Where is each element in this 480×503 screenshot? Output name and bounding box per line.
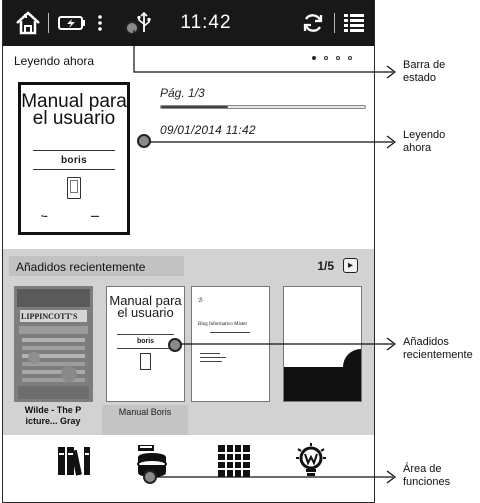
callout-functions: Área de funciones — [403, 463, 451, 488]
callout-reading-now: Leyendo ahora — [403, 129, 446, 154]
callout-status-bar: Barra de estado — [403, 59, 446, 84]
callout-recently-added: Añadidos recientemente — [403, 336, 473, 361]
